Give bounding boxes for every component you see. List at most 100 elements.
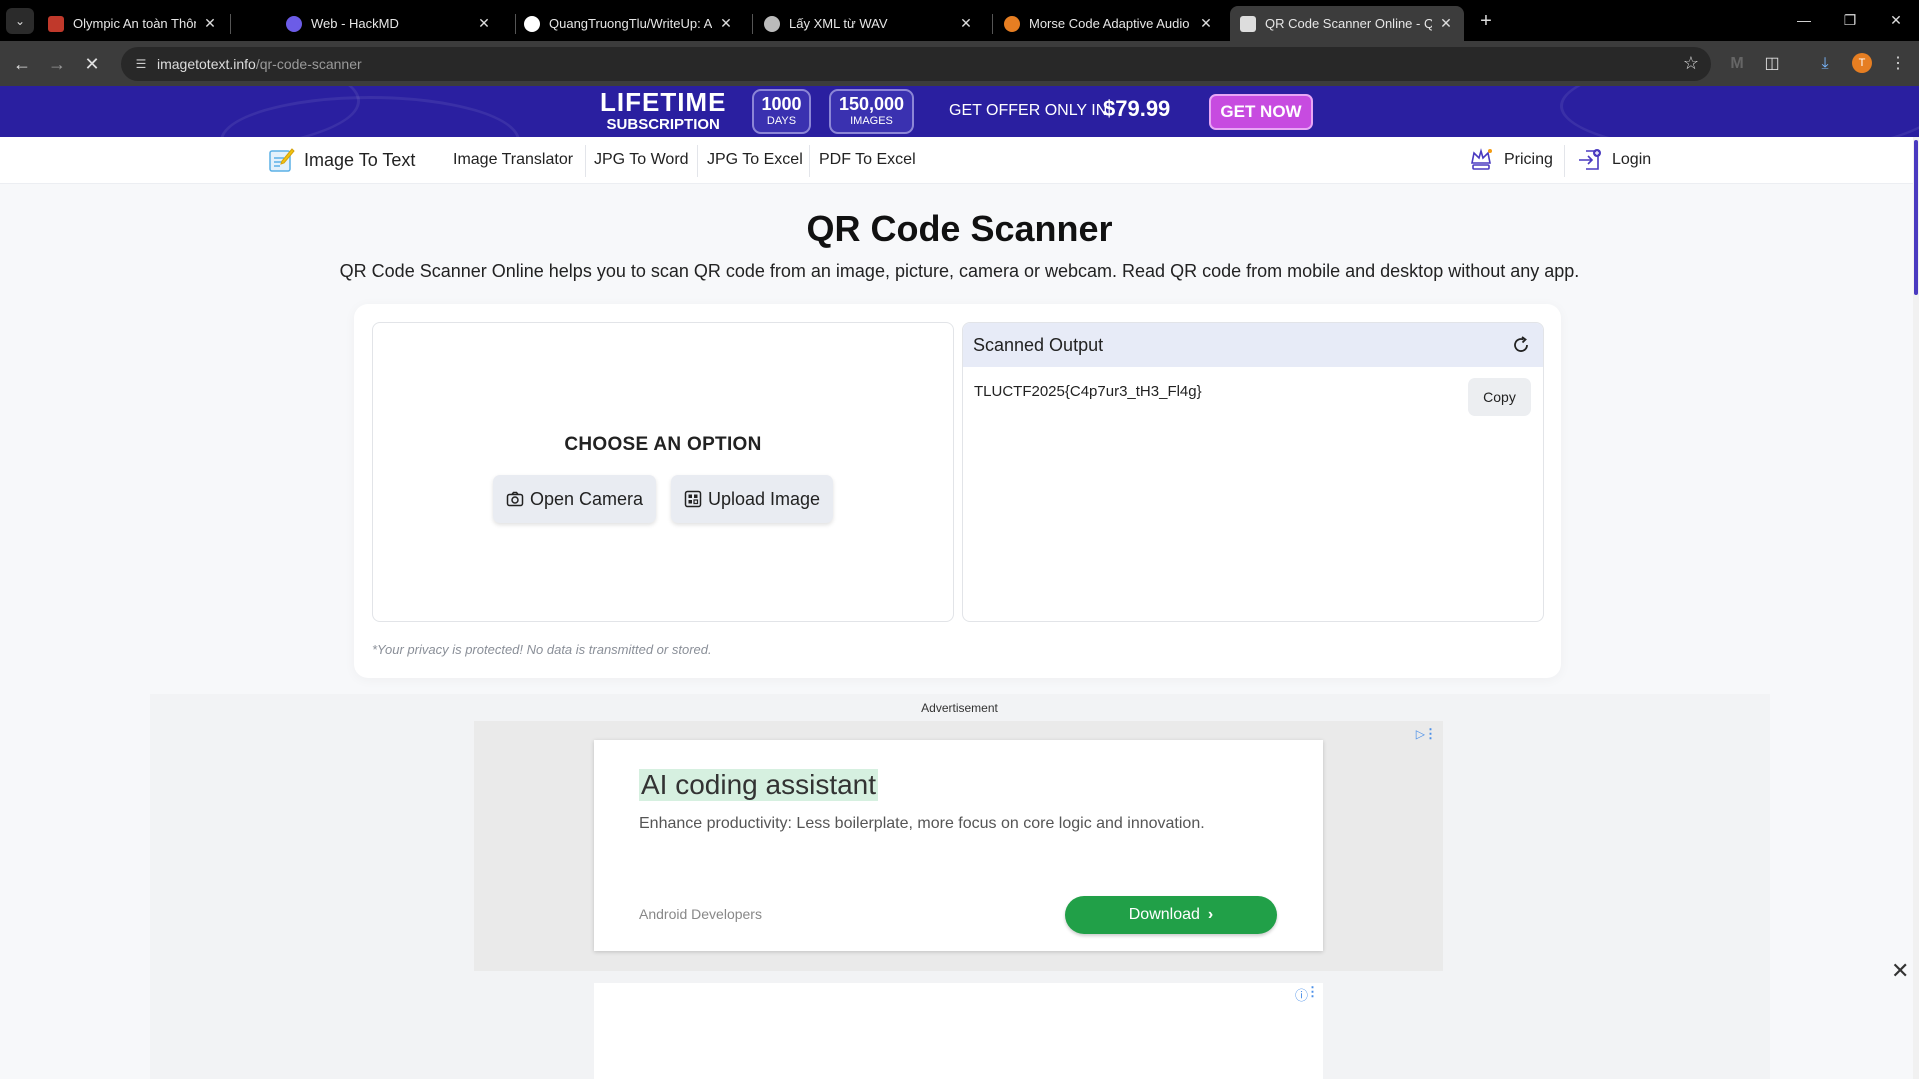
browser-tab[interactable]: Olympic An toàn Thông tin cấp ✕ — [38, 6, 228, 41]
ad-download-button[interactable]: Download › — [1065, 896, 1277, 934]
profile-avatar[interactable]: T — [1852, 53, 1872, 73]
copy-button[interactable]: Copy — [1468, 378, 1531, 416]
tab-favicon — [48, 15, 64, 32]
address-bar[interactable]: ☰ imagetotext.info/qr-code-scanner ☆ — [121, 47, 1711, 81]
bookmark-star-icon[interactable]: ☆ — [1683, 53, 1699, 74]
upload-image-label: Upload Image — [708, 488, 821, 509]
chevron-right-icon: › — [1207, 906, 1214, 923]
tab-close-icon[interactable]: ✕ — [718, 15, 734, 32]
browser-tab-active[interactable]: QR Code Scanner Online - QR C ✕ — [1230, 6, 1464, 41]
nav-divider — [809, 145, 810, 177]
browser-tab-strip: ⌄ Olympic An toàn Thông tin cấp ✕ Web - … — [0, 0, 1919, 41]
tab-title: Web - HackMD — [311, 16, 399, 31]
nav-link-jpg-to-excel[interactable]: JPG To Excel — [707, 151, 803, 169]
logo-notepad-icon — [269, 148, 295, 172]
tab-favicon — [1240, 15, 1256, 32]
extensions-puzzle-icon[interactable]: ◫ — [1761, 53, 1783, 75]
back-arrow-icon[interactable]: ← — [7, 49, 37, 79]
promo-images-badge: 150,000 IMAGES — [829, 89, 914, 134]
tab-search-chevron-icon[interactable]: ⌄ — [6, 8, 34, 34]
tab-title: QuangTruongTlu/WriteUp: A pl — [549, 16, 712, 31]
tab-title: QR Code Scanner Online - QR C — [1265, 16, 1432, 31]
promo-banner[interactable]: LIFETIME SUBSCRIPTION 1000 DAYS 150,000 … — [0, 86, 1919, 137]
login-icon — [1579, 149, 1601, 170]
tab-close-icon[interactable]: ✕ — [202, 15, 218, 32]
forward-arrow-icon[interactable]: → — [42, 49, 72, 79]
nav-link-image-translator[interactable]: Image Translator — [453, 151, 573, 169]
tab-separator — [752, 14, 753, 34]
tab-title: Morse Code Adaptive Audio De — [1029, 16, 1192, 31]
tab-close-icon[interactable]: ✕ — [1438, 15, 1454, 32]
tab-close-icon[interactable]: ✕ — [958, 15, 974, 32]
extension-m-icon[interactable]: M — [1726, 53, 1748, 75]
privacy-note: *Your privacy is protected! No data is t… — [372, 642, 712, 657]
scanned-result-text: TLUCTF2025{C4p7ur3_tH3_Fl4g} — [974, 383, 1202, 400]
ad-description: Enhance productivity: Less boilerplate, … — [639, 815, 1205, 832]
pricing-link[interactable]: Pricing — [1468, 147, 1553, 173]
advertisement-label: Advertisement — [921, 701, 998, 715]
browser-menu-kebab-icon[interactable]: ⋮ — [1887, 53, 1909, 75]
tab-title: Lấy XML từ WAV — [789, 16, 888, 31]
tab-favicon — [1004, 15, 1020, 32]
nav-link-jpg-to-word[interactable]: JPG To Word — [594, 151, 689, 169]
site-navbar: Image To Text Image Translator JPG To Wo… — [0, 137, 1919, 184]
restore-icon[interactable]: ❐ — [1827, 0, 1873, 40]
minimize-icon[interactable]: — — [1781, 0, 1827, 40]
nav-divider — [1564, 145, 1565, 177]
tab-favicon — [764, 15, 780, 32]
open-camera-button[interactable]: Open Camera — [493, 475, 657, 523]
pricing-label: Pricing — [1504, 151, 1553, 168]
ad-download-label: Download — [1128, 906, 1200, 923]
promo-days-badge: 1000 DAYS — [752, 89, 811, 134]
nav-divider — [585, 145, 586, 177]
download-icon[interactable]: ⤓ — [1814, 53, 1836, 75]
nav-divider — [697, 145, 698, 177]
upload-dropzone[interactable]: CHOOSE AN OPTION Open Camera Upload Imag… — [372, 322, 954, 622]
login-link[interactable]: Login — [1576, 147, 1651, 173]
browser-tab[interactable]: Web - HackMD ✕ — [276, 6, 502, 41]
promo-offer-text: GET OFFER ONLY IN — [949, 102, 1108, 119]
login-label: Login — [1612, 151, 1652, 168]
tab-title: Olympic An toàn Thông tin cấp — [73, 16, 196, 31]
promo-lifetime-heading: LIFETIME SUBSCRIPTION — [600, 87, 727, 133]
camera-icon — [506, 491, 524, 507]
page-subtitle: QR Code Scanner Online helps you to scan… — [339, 261, 1580, 281]
ad-card-secondary[interactable]: ⓘ ⋮ — [594, 983, 1323, 1079]
ad-close-icon[interactable]: ✕ — [1891, 958, 1909, 984]
page-title: QR Code Scanner — [806, 208, 1113, 249]
ad-title[interactable]: AI coding assistant — [639, 769, 879, 801]
tab-favicon — [286, 15, 302, 32]
choose-option-label: CHOOSE AN OPTION — [564, 434, 762, 455]
qr-image-icon — [684, 490, 702, 508]
tab-separator — [992, 14, 993, 34]
crown-icon — [1471, 148, 1492, 170]
page-scrollbar-thumb[interactable] — [1914, 140, 1918, 295]
open-camera-label: Open Camera — [530, 488, 644, 509]
github-icon — [524, 15, 540, 32]
logo-text: Image To Text — [304, 149, 416, 170]
browser-tab[interactable]: Morse Code Adaptive Audio De ✕ — [994, 6, 1224, 41]
scanner-card: CHOOSE AN OPTION Open Camera Upload Imag… — [354, 304, 1561, 678]
browser-toolbar: ← → ✕ ☰ imagetotext.info/qr-code-scanner… — [0, 41, 1919, 86]
ad-source: Android Developers — [639, 906, 762, 922]
browser-tab[interactable]: QuangTruongTlu/WriteUp: A pl ✕ — [514, 6, 744, 41]
nav-link-pdf-to-excel[interactable]: PDF To Excel — [819, 151, 916, 169]
new-tab-plus-icon[interactable]: + — [1472, 8, 1500, 34]
tab-separator — [230, 14, 231, 34]
url-text: imagetotext.info/qr-code-scanner — [157, 56, 362, 72]
ad-menu-kebab-icon[interactable]: ⋮ — [1306, 984, 1319, 1000]
get-now-button[interactable]: GET NOW — [1209, 94, 1313, 130]
browser-tab[interactable]: Lấy XML từ WAV ✕ — [754, 6, 984, 41]
output-title: Scanned Output — [973, 334, 1104, 355]
site-logo[interactable]: Image To Text — [268, 147, 415, 173]
site-info-icon[interactable]: ☰ — [133, 56, 149, 72]
tab-close-icon[interactable]: ✕ — [476, 15, 492, 32]
ad-menu-kebab-icon[interactable]: ⋮ — [1424, 726, 1437, 742]
refresh-icon[interactable] — [1511, 335, 1531, 355]
stop-loading-icon[interactable]: ✕ — [77, 49, 107, 79]
output-header: Scanned Output — [963, 323, 1543, 367]
upload-image-button[interactable]: Upload Image — [671, 475, 834, 523]
tab-close-icon[interactable]: ✕ — [1198, 15, 1214, 32]
window-close-icon[interactable]: ✕ — [1873, 0, 1919, 40]
ad-card[interactable]: AI coding assistant Enhance productivity… — [594, 740, 1323, 951]
